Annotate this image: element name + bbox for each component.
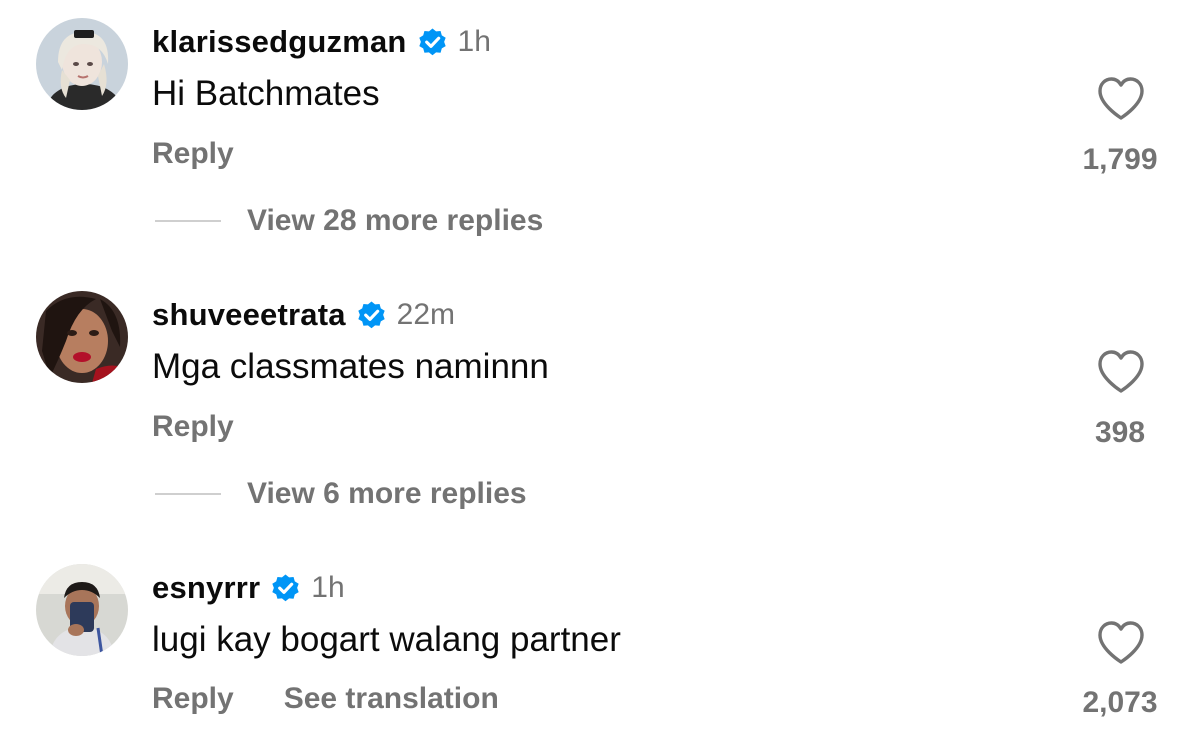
heart-outline-icon (1098, 77, 1144, 120)
avatar[interactable] (36, 564, 128, 656)
comment-text: lugi kay bogart walang partner (152, 620, 621, 659)
heart-outline-icon (1098, 350, 1144, 393)
see-translation-button[interactable]: See translation (284, 682, 499, 716)
like-button[interactable] (1096, 620, 1146, 666)
username[interactable]: klarissedguzman (152, 24, 407, 60)
like-count: 2,073 (1082, 686, 1158, 719)
avatar-photo-man (36, 564, 128, 656)
like-count: 398 (1094, 416, 1146, 449)
verified-badge-icon (417, 27, 448, 58)
timestamp: 22m (396, 298, 456, 331)
like-count: 1,799 (1082, 143, 1158, 176)
view-replies-label: View 6 more replies (247, 477, 527, 510)
view-more-replies-button[interactable]: View 28 more replies (155, 199, 543, 243)
replies-divider-line (155, 220, 221, 222)
username[interactable]: shuveeetrata (152, 297, 346, 333)
comment-header: shuveeetrata 22m (152, 293, 455, 337)
avatar-photo-red-lips (36, 291, 128, 383)
reply-button[interactable]: Reply (152, 682, 234, 716)
comment-actions: Reply See translation (152, 677, 499, 721)
reply-button[interactable]: Reply (152, 137, 234, 171)
comment-text: Mga classmates naminnn (152, 347, 549, 386)
avatar[interactable] (36, 291, 128, 383)
comment-header: klarissedguzman 1h (152, 20, 491, 64)
timestamp: 1h (311, 571, 345, 604)
heart-outline-icon (1098, 621, 1144, 664)
avatar-photo-blonde (36, 18, 128, 110)
verified-badge-icon (270, 573, 301, 604)
replies-divider-line (155, 493, 221, 495)
comment-actions: Reply (152, 405, 234, 449)
avatar[interactable] (36, 18, 128, 110)
view-more-replies-button[interactable]: View 6 more replies (155, 472, 527, 516)
comment-actions: Reply (152, 132, 234, 176)
comment-header: esnyrrr 1h (152, 566, 345, 610)
verified-badge-icon (356, 300, 387, 331)
reply-button[interactable]: Reply (152, 410, 234, 444)
timestamp: 1h (457, 25, 491, 58)
username[interactable]: esnyrrr (152, 570, 260, 606)
like-button[interactable] (1096, 76, 1146, 122)
like-button[interactable] (1096, 349, 1146, 395)
comment-text: Hi Batchmates (152, 74, 380, 113)
view-replies-label: View 28 more replies (247, 204, 544, 237)
